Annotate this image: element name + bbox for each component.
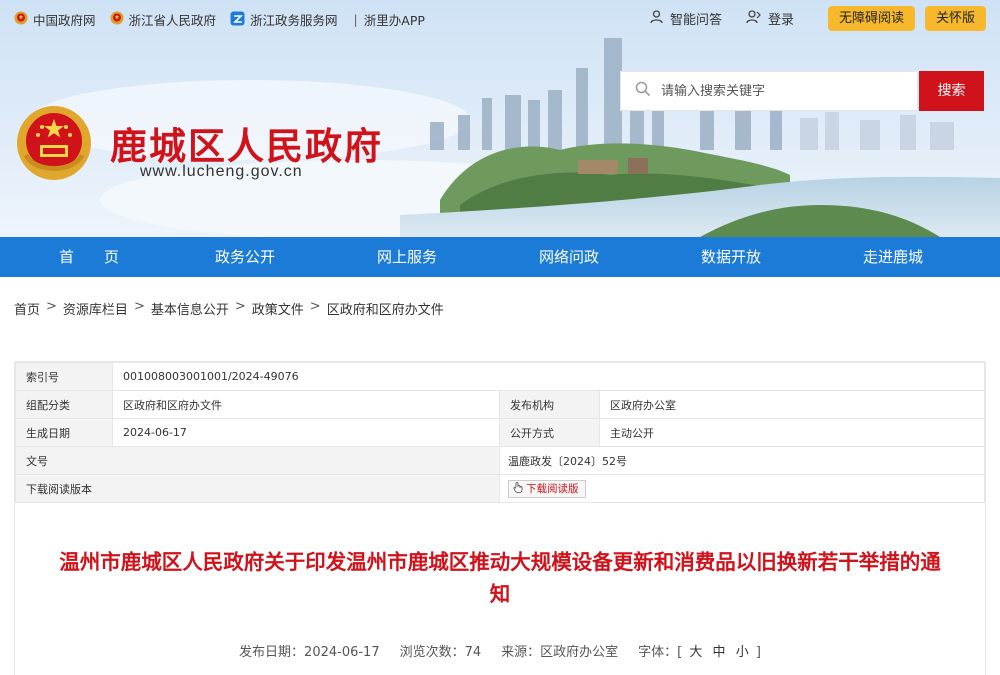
index-label: 索引号 xyxy=(15,362,113,391)
breadcrumb-home[interactable]: 首页 xyxy=(14,299,40,318)
user-headset-icon xyxy=(649,9,664,28)
doc-number-value: 温鹿政发〔2024〕52号 xyxy=(499,446,985,475)
top-link-zheliban-label: 浙里办APP xyxy=(363,13,425,28)
download-cell: 下载阅读版 xyxy=(499,474,985,503)
site-title: 鹿城区人民政府 xyxy=(110,125,383,168)
search-box xyxy=(620,71,918,111)
login-label: 登录 xyxy=(767,13,794,28)
smart-qa-link[interactable]: 智能问答 xyxy=(649,9,722,28)
table-row: 组配分类 区政府和区府办文件 发布机构 区政府办公室 xyxy=(15,390,985,419)
top-link-china-gov[interactable]: 中国政府网 xyxy=(14,10,96,29)
national-emblem-icon xyxy=(14,11,28,28)
top-right-tools: 智能问答 登录 无障碍阅读 关怀版 xyxy=(649,6,986,31)
open-method-label: 公开方式 xyxy=(499,418,600,447)
document-title: 温州市鹿城区人民政府关于印发温州市鹿城区推动大规模设备更新和消费品以旧换新若干举… xyxy=(59,550,941,606)
nav-about-lucheng[interactable]: 走进鹿城 xyxy=(812,237,974,277)
breadcrumb-separator: > xyxy=(309,299,321,314)
search-input[interactable] xyxy=(661,83,901,99)
accessible-reading-button[interactable]: 无障碍阅读 xyxy=(827,6,915,31)
category-label: 组配分类 xyxy=(15,390,113,419)
font-size-small-button[interactable]: 小 xyxy=(736,645,749,660)
header-banner: 中国政府网 浙江省人民政府 浙江政务服务网 | 浙里办APP 智能问答 登录 无… xyxy=(0,0,1000,237)
top-link-zjzw-label: 浙江政务服务网 xyxy=(250,13,338,28)
top-link-china-gov-label: 中国政府网 xyxy=(33,13,96,28)
breadcrumb-resource-library[interactable]: 资源库栏目 xyxy=(63,299,128,318)
top-link-zheliban-app[interactable]: | 浙里办APP xyxy=(354,10,425,29)
download-label-text: 下载阅读版本 xyxy=(26,482,92,496)
top-link-zhejiang-gov-label: 浙江省人民政府 xyxy=(128,13,217,28)
pointer-hand-icon xyxy=(513,481,523,496)
document-source: 来源：区政府办公室 xyxy=(501,645,619,660)
doc-number-label: 文号 xyxy=(15,446,500,475)
table-row: 文号 温鹿政发〔2024〕52号 xyxy=(15,446,985,475)
date-value: 2024-06-17 xyxy=(112,418,500,447)
user-icon xyxy=(746,9,762,28)
document-info-table: 索引号 001008003001001/2024-49076 组配分类 区政府和… xyxy=(15,362,985,503)
table-row: 索引号 001008003001001/2024-49076 xyxy=(15,362,985,391)
issuer-label: 发布机构 xyxy=(499,390,600,419)
breadcrumb-separator: > xyxy=(133,299,145,314)
date-label: 生成日期 xyxy=(15,418,113,447)
login-link[interactable]: 登录 xyxy=(746,9,794,28)
nav-home[interactable]: 首 页 xyxy=(14,237,164,277)
top-link-separator: | xyxy=(353,12,358,27)
breadcrumb-policy-docs[interactable]: 政策文件 xyxy=(252,299,304,318)
breadcrumb: 首页 > 资源库栏目 > 基本信息公开 > 政策文件 > 区政府和区府办文件 xyxy=(14,299,444,318)
nav-open-data[interactable]: 数据开放 xyxy=(650,237,812,277)
national-emblem-logo xyxy=(17,106,91,180)
font-size-large-button[interactable]: 大 xyxy=(689,645,702,660)
nav-online-inquiry[interactable]: 网络问政 xyxy=(488,237,650,277)
download-reading-version-button[interactable]: 下载阅读版 xyxy=(508,479,586,498)
publish-date: 发布日期：2024-06-17 xyxy=(239,645,380,660)
nav-online-services[interactable]: 网上服务 xyxy=(326,237,488,277)
document-meta: 发布日期：2024-06-17 浏览次数：74 来源：区政府办公室 字体：[ 大… xyxy=(15,641,985,660)
search-icon xyxy=(635,81,651,101)
site-url: www.lucheng.gov.cn xyxy=(140,163,303,180)
category-value: 区政府和区府办文件 xyxy=(112,390,500,419)
download-label: 下载阅读版本 xyxy=(15,474,500,503)
document-content: 索引号 001008003001001/2024-49076 组配分类 区政府和… xyxy=(14,361,986,675)
breadcrumb-district-docs[interactable]: 区政府和区府办文件 xyxy=(327,299,444,318)
breadcrumb-separator: > xyxy=(46,299,57,314)
top-link-zjzw-service[interactable]: 浙江政务服务网 xyxy=(230,10,338,29)
nav-government-affairs[interactable]: 政务公开 xyxy=(164,237,326,277)
font-size-label: 字体：[ xyxy=(638,645,683,660)
table-row: 生成日期 2024-06-17 公开方式 主动公开 xyxy=(15,418,985,447)
breadcrumb-separator: > xyxy=(234,299,246,314)
top-link-zhejiang-gov[interactable]: 浙江省人民政府 xyxy=(110,10,217,29)
download-button-label: 下载阅读版 xyxy=(526,483,579,495)
view-count: 浏览次数：74 xyxy=(399,645,482,660)
search-button[interactable]: 搜索 xyxy=(919,71,984,111)
table-row: 下载阅读版本 下载阅读版 xyxy=(15,474,985,503)
font-size-bracket-end: ] xyxy=(755,645,761,660)
zjzw-service-icon xyxy=(230,11,245,29)
smart-qa-label: 智能问答 xyxy=(669,13,722,28)
national-emblem-icon xyxy=(110,11,124,28)
open-method-value: 主动公开 xyxy=(599,418,985,447)
doc-number-label-text: 文号 xyxy=(26,454,48,468)
top-bar: 中国政府网 浙江省人民政府 浙江政务服务网 | 浙里办APP 智能问答 登录 无… xyxy=(0,0,1000,36)
main-nav: 首 页 政务公开 网上服务 网络问政 数据开放 走进鹿城 xyxy=(0,237,1000,277)
index-value: 001008003001001/2024-49076 xyxy=(112,362,985,391)
care-version-button[interactable]: 关怀版 xyxy=(924,6,986,31)
font-size-medium-button[interactable]: 中 xyxy=(713,645,726,660)
issuer-value: 区政府办公室 xyxy=(599,390,985,419)
breadcrumb-basic-info[interactable]: 基本信息公开 xyxy=(151,299,229,318)
top-links: 中国政府网 浙江省人民政府 浙江政务服务网 | 浙里办APP xyxy=(14,10,439,29)
font-size-selector: 字体：[ 大 中 小 ] xyxy=(638,641,761,660)
